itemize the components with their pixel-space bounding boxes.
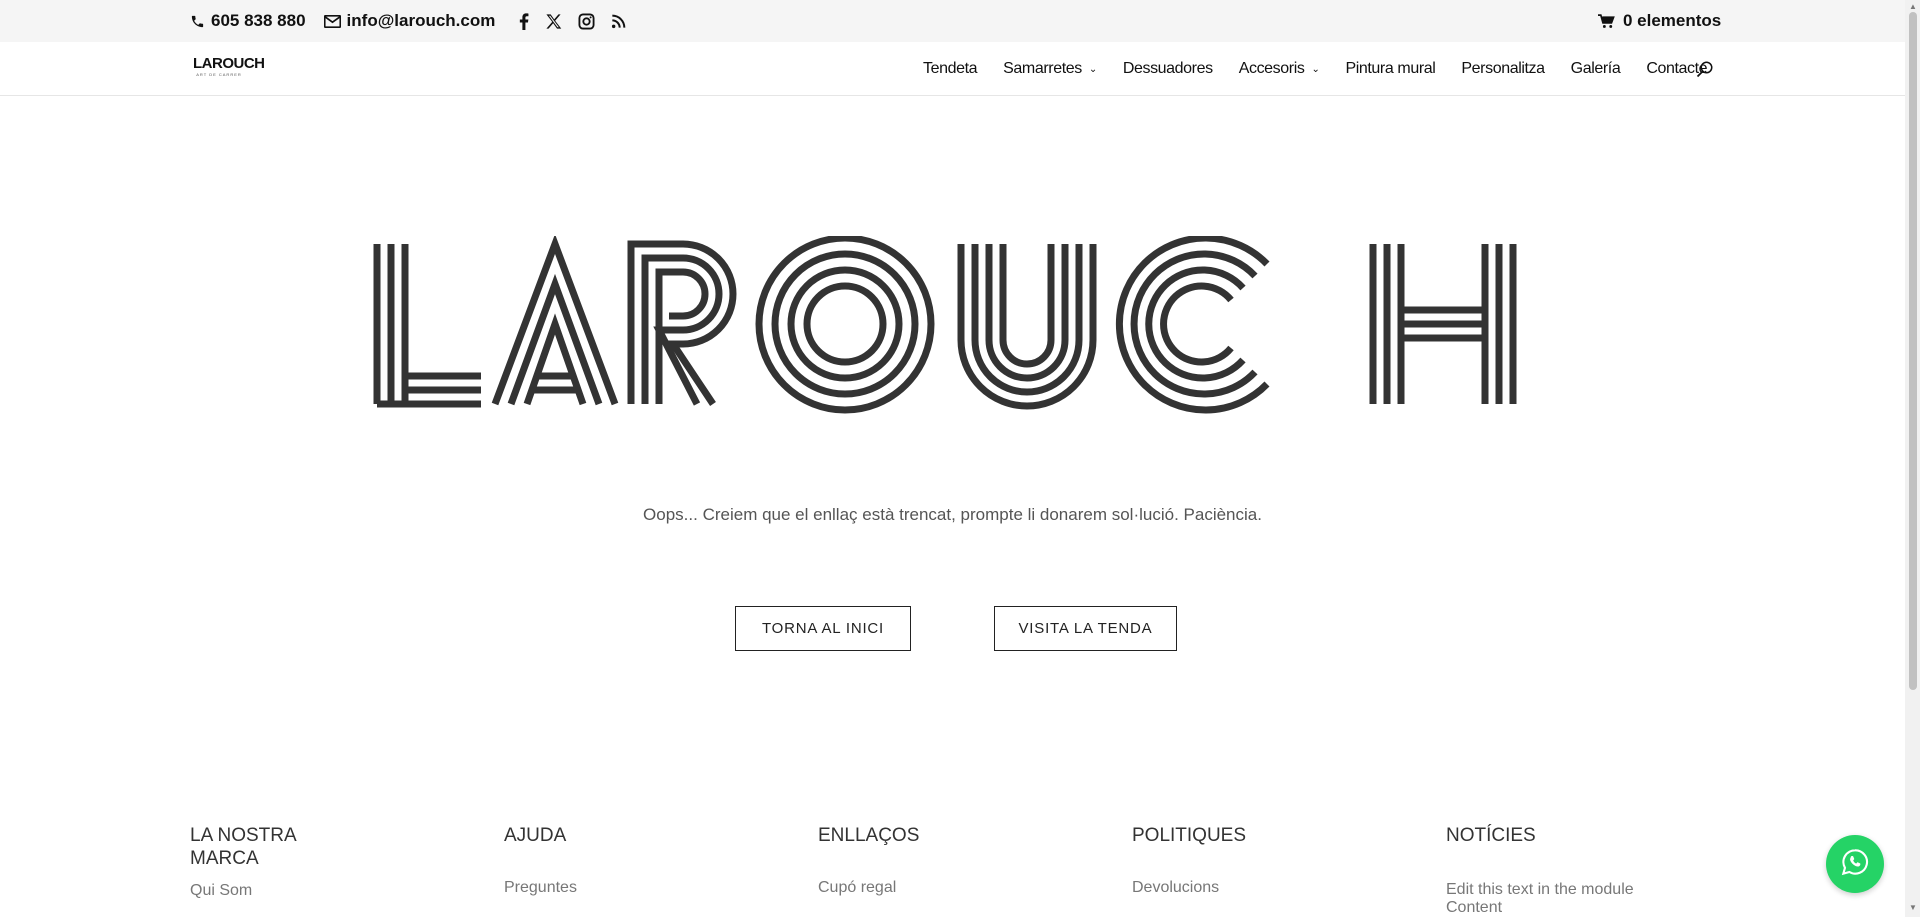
larouch-striped-logo [373, 234, 1517, 414]
nav-label: Accesoris [1238, 60, 1305, 77]
x-icon[interactable] [545, 13, 562, 30]
home-button[interactable]: TORNA AL INICI [735, 606, 911, 651]
nav-label: Dessuadores [1122, 60, 1213, 77]
nav-item-tendeta[interactable]: Tendeta [923, 60, 978, 78]
scroll-thumb[interactable] [1909, 12, 1917, 690]
footer-column-help: AJUDA Preguntes [504, 824, 744, 897]
email-address: info@larouch.com [346, 11, 496, 30]
rss-icon[interactable] [611, 13, 627, 29]
logo-text: LAROUCH [193, 55, 265, 72]
footer-link[interactable]: Preguntes [504, 879, 744, 897]
footer-column-news: NOTÍCIES Edit this text in the module Co… [1446, 824, 1686, 917]
nav-item-galeria[interactable]: Galería [1571, 60, 1621, 78]
shop-button[interactable]: VISITA LA TENDA [994, 606, 1177, 651]
social-links [519, 12, 627, 30]
scroll-up-icon[interactable]: ▲ [1909, 2, 1917, 11]
phone-link[interactable]: 605 838 880 [190, 11, 306, 31]
nav-label: Pintura mural [1345, 60, 1436, 77]
chevron-down-icon: ⌄ [1088, 63, 1097, 75]
hero-brand-logo [373, 234, 1533, 421]
instagram-icon[interactable] [578, 12, 595, 30]
site-logo[interactable]: LAROUCH ART DE CARRER [193, 55, 265, 82]
footer-column-brand: LA NOSTRA MARCA Qui Som [190, 824, 430, 900]
nav-item-pintura-mural[interactable]: Pintura mural [1345, 60, 1435, 78]
nav-item-accesoris[interactable]: Accesoris ⌄ [1239, 60, 1320, 78]
footer-heading: POLITIQUES [1132, 825, 1247, 846]
footer-link[interactable]: Cupó regal [818, 879, 1058, 897]
cart-count: 0 elementos [1623, 11, 1722, 30]
whatsapp-button[interactable] [1826, 835, 1884, 893]
footer-link[interactable]: Devolucions [1132, 879, 1372, 897]
main-nav: Tendeta Samarretes ⌄ Dessuadores Accesori… [923, 42, 1733, 96]
nav-label: Galería [1570, 60, 1621, 77]
contact-bar: 605 838 880 info@larouch.com [190, 0, 627, 42]
footer: LA NOSTRA MARCA Qui Som AJUDA Preguntes … [0, 810, 1905, 917]
search-icon[interactable] [1696, 60, 1714, 83]
phone-number: 605 838 880 [211, 11, 306, 30]
footer-text: Edit this text in the module Content [1446, 881, 1634, 916]
nav-label: Personalitza [1461, 60, 1545, 77]
logo-tagline: ART DE CARRER [196, 72, 242, 77]
mail-icon [323, 14, 341, 28]
footer-heading: NOTÍCIES [1446, 825, 1536, 846]
footer-heading: LA NOSTRA MARCA [190, 825, 296, 869]
cart-icon [1598, 13, 1615, 29]
footer-link[interactable]: Qui Som [190, 882, 430, 900]
scroll-down-icon[interactable]: ▼ [1909, 903, 1917, 912]
nav-item-samarretes[interactable]: Samarretes ⌄ [1003, 60, 1097, 78]
email-link[interactable]: info@larouch.com [323, 11, 496, 31]
footer-column-links: ENLLAÇOS Cupó regal [818, 824, 1058, 897]
chevron-down-icon: ⌄ [1311, 63, 1320, 75]
facebook-icon[interactable] [519, 12, 529, 30]
nav-label: Tendeta [923, 60, 978, 77]
nav-label: Samarretes [1003, 60, 1082, 77]
error-message: Oops... Creiem que el enllaç està trenca… [643, 505, 1262, 524]
phone-icon [190, 14, 205, 29]
nav-item-dessuadores[interactable]: Dessuadores [1123, 60, 1213, 78]
cart-link[interactable]: 0 elementos [1598, 0, 1721, 42]
footer-heading: AJUDA [504, 825, 567, 846]
main-header: LAROUCH ART DE CARRER Tendeta Samarretes… [0, 42, 1905, 96]
footer-column-policies: POLITIQUES Devolucions [1132, 824, 1372, 897]
nav-item-personalitza[interactable]: Personalitza [1461, 60, 1545, 78]
footer-heading: ENLLAÇOS [818, 825, 920, 846]
whatsapp-icon [1841, 848, 1869, 881]
page-scrollbar[interactable]: ▲ ▼ [1905, 0, 1920, 917]
top-bar: 605 838 880 info@larouch.com 0 elementos [0, 0, 1905, 42]
